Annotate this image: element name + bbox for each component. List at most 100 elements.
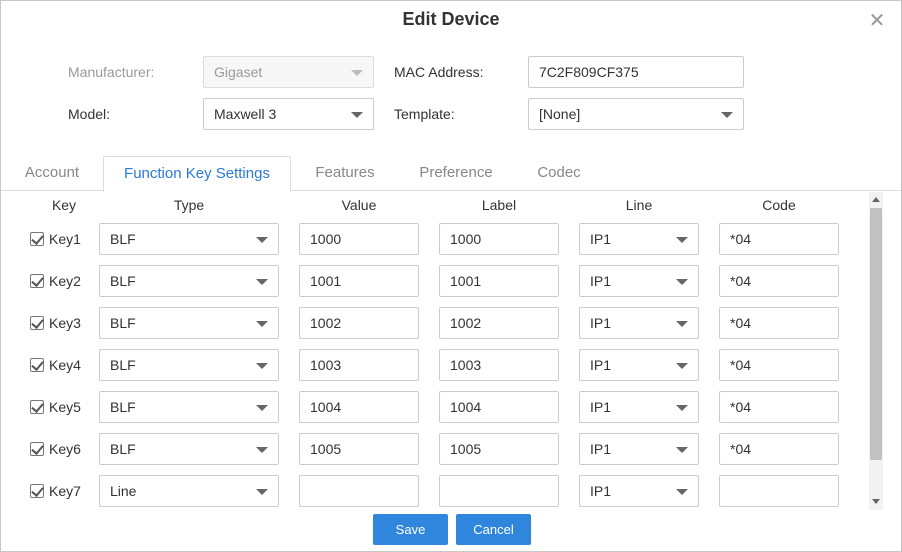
code-input[interactable]: *04 [719,433,839,465]
type-select[interactable]: Line [99,475,279,507]
key-label: Key5 [49,399,81,415]
code-input[interactable]: *04 [719,349,839,381]
type-select[interactable]: BLF [99,349,279,381]
type-select[interactable]: BLF [99,307,279,339]
value-input[interactable]: 1004 [299,391,419,423]
chevron-down-icon [676,489,688,495]
chevron-down-icon [256,237,268,243]
template-select[interactable]: [None] [528,98,744,130]
chevron-down-icon [256,363,268,369]
type-value: BLF [110,231,136,247]
key-checkbox[interactable] [30,484,44,498]
line-value: IP1 [590,273,612,289]
key-label: Key2 [49,273,81,289]
key-checkbox[interactable] [30,232,44,246]
label-input[interactable] [439,475,559,507]
line-select[interactable]: IP1 [579,349,699,381]
code-input[interactable]: *04 [719,307,839,339]
line-value: IP1 [590,399,612,415]
cancel-button[interactable]: Cancel [456,514,531,545]
model-value: Maxwell 3 [214,106,277,122]
line-select[interactable]: IP1 [579,391,699,423]
template-value: [None] [539,106,581,122]
scrollbar-thumb[interactable] [870,208,882,460]
chevron-down-icon [256,321,268,327]
type-value: BLF [110,273,136,289]
line-select[interactable]: IP1 [579,307,699,339]
model-label: Model: [68,106,111,122]
header-line: Line [625,197,653,213]
line-value: IP1 [590,357,612,373]
chevron-down-icon [676,279,688,285]
key-checkbox[interactable] [30,400,44,414]
line-value: IP1 [590,231,612,247]
value-input[interactable]: 1005 [299,433,419,465]
key-checkbox[interactable] [30,274,44,288]
code-input[interactable]: *04 [719,223,839,255]
mac-address-input[interactable]: 7C2F809CF375 [528,56,744,88]
chevron-down-icon [256,279,268,285]
label-input[interactable]: 1005 [439,433,559,465]
scroll-up-icon[interactable] [870,194,882,206]
code-input[interactable]: *04 [719,265,839,297]
key-label: Key1 [49,231,81,247]
header-type: Type [173,197,205,213]
label-input[interactable]: 1002 [439,307,559,339]
type-select[interactable]: BLF [99,433,279,465]
line-value: IP1 [590,315,612,331]
chevron-down-icon [256,489,268,495]
value-input[interactable]: 1001 [299,265,419,297]
tab-preference[interactable]: Preference [406,156,506,191]
tab-features[interactable]: Features [301,156,389,191]
chevron-down-icon [721,112,733,118]
type-value: BLF [110,315,136,331]
line-select[interactable]: IP1 [579,433,699,465]
chevron-down-icon [256,447,268,453]
code-input[interactable] [719,475,839,507]
key-label: Key7 [49,483,81,499]
key-label: Key6 [49,441,81,457]
type-value: BLF [110,399,136,415]
save-button[interactable]: Save [373,514,448,545]
code-input[interactable]: *04 [719,391,839,423]
manufacturer-select: Gigaset [203,56,374,88]
label-input[interactable]: 1003 [439,349,559,381]
label-input[interactable]: 1004 [439,391,559,423]
manufacturer-label: Manufacturer: [68,64,155,80]
key-checkbox[interactable] [30,316,44,330]
scroll-down-icon[interactable] [870,495,882,507]
value-input[interactable]: 1003 [299,349,419,381]
key-checkbox[interactable] [30,442,44,456]
line-value: IP1 [590,441,612,457]
chevron-down-icon [676,405,688,411]
type-select[interactable]: BLF [99,391,279,423]
line-select[interactable]: IP1 [579,223,699,255]
key-checkbox[interactable] [30,358,44,372]
manufacturer-value: Gigaset [214,64,263,80]
chevron-down-icon [351,112,363,118]
line-select[interactable]: IP1 [579,265,699,297]
value-input[interactable] [299,475,419,507]
chevron-down-icon [676,447,688,453]
key-label: Key4 [49,357,81,373]
header-label: Label [481,197,517,213]
value-input[interactable]: 1002 [299,307,419,339]
label-input[interactable]: 1001 [439,265,559,297]
close-icon[interactable]: ✕ [867,11,887,31]
line-value: IP1 [590,483,612,499]
type-select[interactable]: BLF [99,265,279,297]
tab-codec[interactable]: Codec [521,156,597,191]
line-select[interactable]: IP1 [579,475,699,507]
edit-device-dialog: Edit Device ✕ Manufacturer: Gigaset MAC … [0,0,902,552]
template-label: Template: [394,106,455,122]
chevron-down-icon [351,70,363,76]
value-input[interactable]: 1000 [299,223,419,255]
header-code: Code [762,197,796,213]
type-select[interactable]: BLF [99,223,279,255]
mac-address-label: MAC Address: [394,64,484,80]
model-select[interactable]: Maxwell 3 [203,98,374,130]
tab-account[interactable]: Account [11,156,93,191]
label-input[interactable]: 1000 [439,223,559,255]
header-value: Value [341,197,377,213]
tab-function-key-settings[interactable]: Function Key Settings [103,156,291,192]
